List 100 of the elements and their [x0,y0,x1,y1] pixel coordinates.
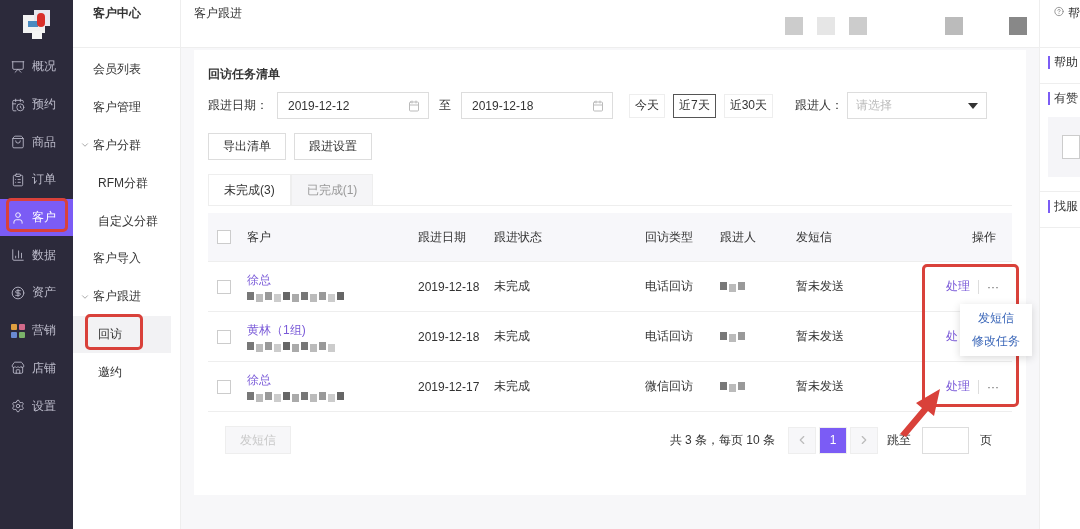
date-field[interactable]: 2019-12-18 [461,92,613,119]
action-button[interactable]: 跟进设置 [294,133,372,160]
panel-field[interactable] [1062,135,1080,159]
table-cell-text: 2019-12-18 [418,279,481,294]
process-link[interactable]: 处理 [946,378,970,395]
calendar-icon [592,99,604,112]
column-header: 回访类型 [645,228,694,246]
section-title: 客户中心 [73,0,180,48]
menu-item[interactable]: 发短信 [978,310,1014,327]
blurred-icon[interactable] [785,17,803,35]
more-link[interactable]: ··· [978,279,999,294]
calendar-icon [408,99,420,112]
customer-link[interactable]: 徐总 [247,271,418,289]
table-cell-text: 2019-12-17 [418,379,481,394]
checkbox[interactable] [217,279,231,294]
next-page-button[interactable] [850,426,878,454]
tab[interactable]: 未完成(3) [208,174,291,205]
grid-icon [11,323,25,338]
nav-icon [11,59,25,74]
subnav-item[interactable]: 客户导入 [73,240,171,278]
nav-icon [11,399,25,414]
subnav-item[interactable]: 客户分群 [73,126,171,165]
customer-link[interactable]: 徐总 [247,371,418,389]
column-header: 发短信 [796,228,833,246]
process-link[interactable]: 处 [946,328,958,345]
panel-title: 帮 [1068,5,1080,22]
card-title: 回访任务清单 [208,66,281,83]
range-button[interactable]: 今天 [629,93,665,118]
table-cell-text: 电话回访 [645,328,694,345]
subnav-item[interactable]: 邀约 [73,353,171,392]
help-icon[interactable] [1054,5,1064,18]
range-button[interactable]: 近30天 [723,93,774,118]
breadcrumb: 客户跟进 [194,5,242,22]
nav-item[interactable]: 设置 [0,387,73,425]
checkbox[interactable] [217,329,231,344]
more-link[interactable]: ··· [978,379,999,394]
panel-section-title: 找服 [1048,200,1080,213]
menu-item[interactable]: 修改任务 [972,333,1020,350]
subnav-item[interactable]: 回访 [73,315,171,354]
table-cell-text: 未完成 [494,278,531,295]
table-cell-text: 暂未发送 [796,278,845,295]
nav-item[interactable]: 店铺 [0,349,73,388]
pagination-summary: 共 3 条，每页 10 条 [669,431,775,449]
nav-item[interactable]: 概况 [0,48,73,86]
table-cell-text: 未完成 [494,328,531,345]
redacted-drawing [720,381,747,392]
subnav-item[interactable]: 会员列表 [73,51,171,89]
nav-icon [11,361,25,376]
page-button[interactable]: 1 [819,426,847,454]
subnav-item[interactable]: 客户跟进 [73,277,171,316]
nav-item[interactable]: 客户 [0,198,73,237]
table-cell-text: 未完成 [494,378,531,395]
blurred-icon[interactable] [1009,17,1027,35]
redacted-drawing [720,331,747,342]
nav-item[interactable]: 商品 [0,123,73,162]
subnav-item[interactable]: 客户管理 [73,88,171,127]
nav-item[interactable]: 数据 [0,236,73,275]
jump-label: 跳至 [887,431,911,449]
field-label: 跟进日期： [208,97,268,114]
customer-link[interactable]: 黄林（1组) [247,321,418,339]
nav-item[interactable]: 营销 [0,311,73,350]
table-cell-text: 电话回访 [645,278,694,295]
range-button[interactable]: 近7天 [673,93,716,118]
table-cell-text: 暂未发送 [796,328,845,345]
nav-icon [11,135,25,150]
column-header: 跟进日期 [418,228,467,246]
nav-icon [11,248,25,263]
page-input[interactable] [922,426,969,454]
table-cell-text: 暂未发送 [796,378,845,395]
panel-section-title: 帮助 [1048,56,1080,69]
page-unit: 页 [980,431,992,449]
nav-item[interactable]: 预约 [0,85,73,124]
prev-page-button[interactable] [788,426,816,454]
table-cell-text: 2019-12-18 [418,329,481,344]
column-header: 客户 [247,228,272,246]
nav-icon [11,210,25,225]
panel-section-title: 有赞 [1048,92,1080,105]
column-header: 操作 [971,228,997,246]
column-header: 跟进状态 [494,228,543,246]
checkbox[interactable] [217,379,231,394]
nav-icon [11,97,25,112]
blurred-icon[interactable] [817,17,835,35]
nav-item[interactable]: 订单 [0,161,73,199]
table-cell-text: 微信回访 [645,378,694,395]
blurred-icon[interactable] [945,17,963,35]
caret-icon [968,102,979,109]
redacted-drawing [720,281,747,292]
nav-icon [11,285,25,300]
field-label: 跟进人： [795,97,844,114]
date-field[interactable]: 2019-12-12 [277,92,429,119]
subnav-item[interactable]: 自定义分群 [73,202,171,240]
process-link[interactable]: 处理 [946,278,970,295]
nav-icon [11,172,25,187]
column-header: 跟进人 [720,228,757,246]
action-button[interactable]: 导出清单 [208,133,286,160]
nav-item[interactable]: 资产 [0,274,73,312]
subnav-item[interactable]: RFM分群 [73,164,171,203]
range-separator: 至 [439,97,451,114]
blurred-icon[interactable] [849,17,867,35]
checkbox[interactable] [217,230,231,244]
